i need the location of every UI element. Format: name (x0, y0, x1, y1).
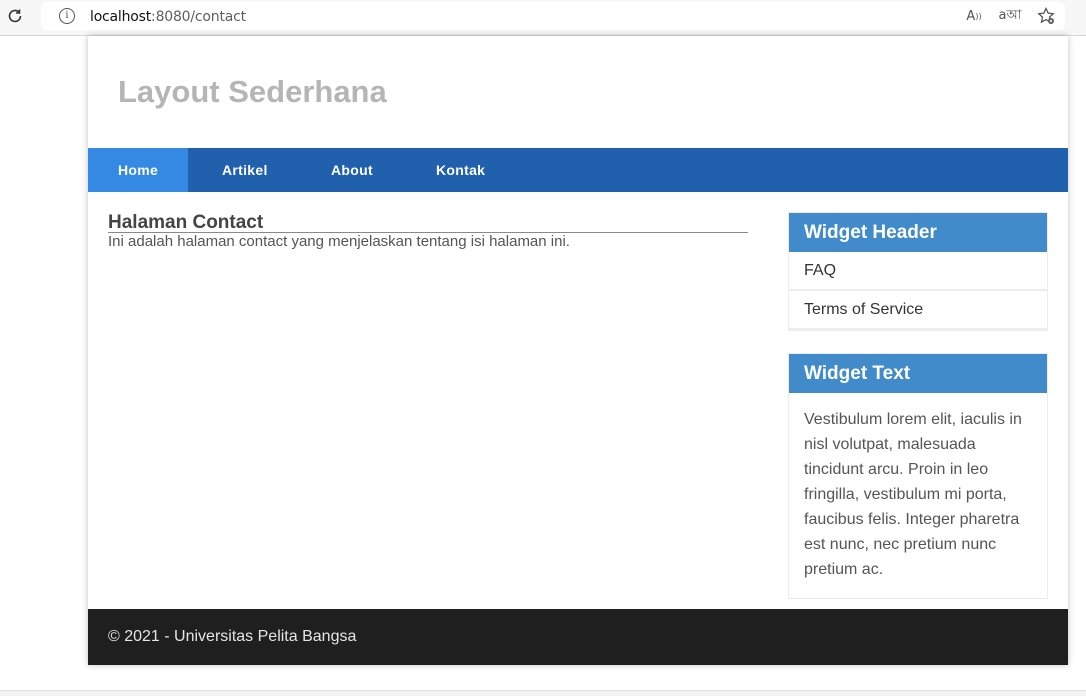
nav-item-kontak[interactable]: Kontak (406, 148, 515, 192)
page-heading: Halaman Contact (108, 212, 748, 233)
sidebar: Widget Header FAQ Terms of Service Widge… (788, 212, 1048, 621)
nav-item-home[interactable]: Home (88, 148, 188, 192)
url-text[interactable]: localhost:8080/contact (90, 9, 246, 25)
widget-text-body: Vestibulum lorem elit, iaculis in nisl v… (804, 411, 1022, 578)
widget-link-faq[interactable]: FAQ (789, 252, 1047, 291)
address-bar[interactable]: i localhost:8080/contact A)) aআ (41, 2, 1065, 30)
main-nav: Home Artikel About Kontak (88, 148, 1068, 192)
page-description: Ini adalah halaman contact yang menjelas… (108, 233, 570, 250)
nav-item-artikel[interactable]: Artikel (188, 148, 297, 192)
bottom-edge (0, 690, 1086, 696)
widget-header-title: Widget Header (789, 213, 1047, 252)
site-title: Layout Sederhana (118, 74, 387, 109)
widget-text-box: Widget Text Vestibulum lorem elit, iacul… (788, 353, 1048, 599)
url-host: localhost (90, 9, 152, 25)
widget-header-box: Widget Header FAQ Terms of Service (788, 212, 1048, 331)
widget-link-terms[interactable]: Terms of Service (789, 291, 1047, 330)
info-icon[interactable]: i (59, 8, 75, 24)
reload-icon[interactable] (4, 5, 26, 27)
read-aloud-icon[interactable]: A)) (963, 6, 985, 26)
widget-text-title: Widget Text (789, 354, 1047, 393)
widget-link-list: FAQ Terms of Service (789, 252, 1047, 330)
site-footer: © 2021 - Universitas Pelita Bangsa (88, 609, 1068, 665)
site-header: Layout Sederhana (88, 36, 1068, 148)
favorite-icon[interactable] (1035, 6, 1057, 26)
page-container: Layout Sederhana Home Artikel About Kont… (88, 36, 1068, 665)
url-path: :8080/contact (151, 9, 246, 25)
translate-icon[interactable]: aআ (998, 6, 1021, 26)
browser-toolbar: i localhost:8080/contact A)) aআ (0, 0, 1086, 36)
nav-item-about[interactable]: About (297, 148, 406, 192)
main-content: Halaman Contact Ini adalah halaman conta… (108, 212, 748, 251)
footer-copyright: © 2021 - Universitas Pelita Bangsa (108, 628, 357, 645)
